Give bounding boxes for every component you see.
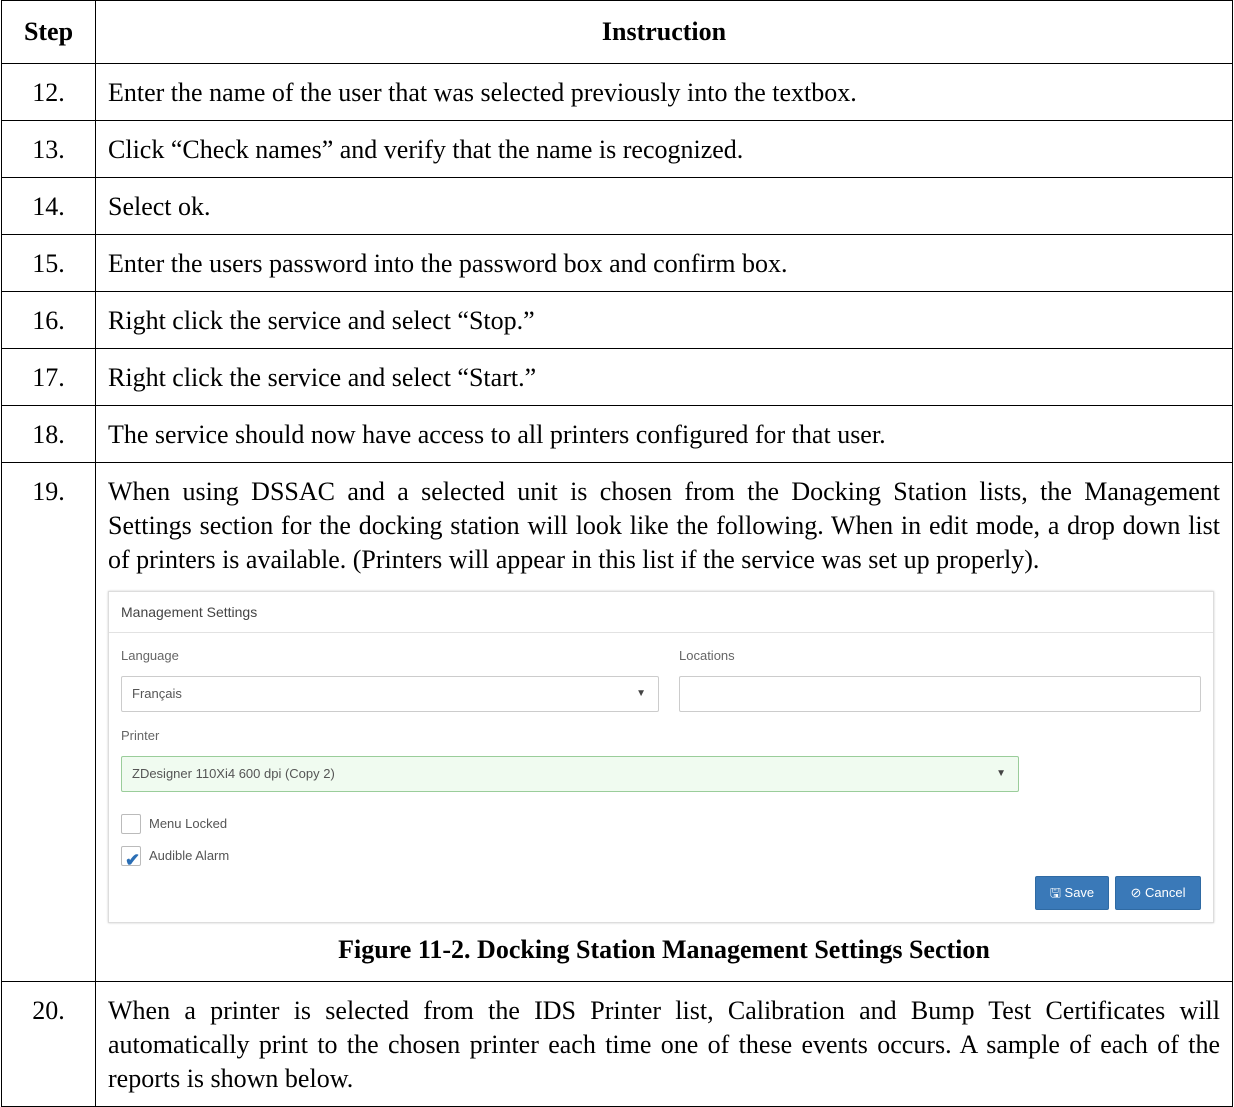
cancel-button-label: Cancel: [1145, 885, 1186, 900]
step-column-header: Step: [1, 0, 96, 64]
table-row: 20. When a printer is selected from the …: [1, 981, 1233, 1107]
chevron-down-icon: ▼: [636, 688, 646, 699]
table-row: 14. Select ok.: [1, 177, 1233, 235]
step-number: 12.: [1, 63, 96, 121]
table-row: 18. The service should now have access t…: [1, 405, 1233, 463]
cancel-button[interactable]: ⊘ Cancel: [1115, 876, 1201, 910]
management-settings-screenshot: Management Settings Language Français ▼ …: [108, 591, 1214, 923]
step-instruction: When using DSSAC and a selected unit is …: [108, 477, 1220, 574]
step-number: 13.: [1, 120, 96, 178]
step-instruction-cell: When a printer is selected from the IDS …: [95, 981, 1233, 1107]
step-number: 16.: [1, 291, 96, 349]
document-page: Step Instruction 12. Enter the name of t…: [0, 0, 1234, 1107]
menu-locked-label: Menu Locked: [149, 816, 228, 831]
printer-value: ZDesigner 110Xi4 600 dpi (Copy 2): [132, 766, 335, 781]
table-row: 15. Enter the users password into the pa…: [1, 234, 1233, 292]
chevron-down-icon: ▼: [996, 768, 1006, 779]
figure-caption: Figure 11-2. Docking Station Management …: [338, 935, 990, 964]
step-number: 17.: [1, 348, 96, 406]
cancel-icon: ⊘: [1130, 885, 1142, 900]
table-row: 16. Right click the service and select “…: [1, 291, 1233, 349]
step-instruction: Right click the service and select “Stop…: [95, 291, 1233, 349]
step-instruction: Enter the name of the user that was sele…: [95, 63, 1233, 121]
printer-label: Printer: [121, 728, 160, 743]
audible-alarm-label: Audible Alarm: [149, 848, 230, 863]
audible-alarm-checkbox[interactable]: ✔: [121, 846, 141, 870]
table-row: 13. Click “Check names” and verify that …: [1, 120, 1233, 178]
step-instruction-cell: When using DSSAC and a selected unit is …: [95, 462, 1233, 982]
menu-locked-checkbox[interactable]: [121, 814, 141, 834]
table-row: 19. When using DSSAC and a selected unit…: [1, 462, 1233, 982]
save-button-label: Save: [1064, 885, 1095, 900]
step-number: 14.: [1, 177, 96, 235]
instruction-table: Step Instruction 12. Enter the name of t…: [1, 0, 1233, 1107]
step-instruction: Right click the service and select “Star…: [95, 348, 1233, 406]
step-number: 15.: [1, 234, 96, 292]
step-instruction: When a printer is selected from the IDS …: [108, 996, 1220, 1093]
locations-input[interactable]: [679, 676, 1201, 712]
panel-title: Management Settings: [109, 592, 1213, 633]
table-row: 17. Right click the service and select “…: [1, 348, 1233, 406]
step-instruction: The service should now have access to al…: [95, 405, 1233, 463]
save-button[interactable]: 🖫 Save: [1035, 876, 1109, 910]
language-value: Français: [132, 686, 182, 701]
save-icon: 🖫: [1049, 885, 1061, 900]
printer-select[interactable]: ZDesigner 110Xi4 600 dpi (Copy 2) ▼: [121, 756, 1019, 792]
language-select[interactable]: Français ▼: [121, 676, 659, 712]
table-row: 12. Enter the name of the user that was …: [1, 63, 1233, 121]
locations-label: Locations: [679, 648, 735, 663]
table-header-row: Step Instruction: [1, 0, 1233, 64]
step-number: 18.: [1, 405, 96, 463]
step-instruction: Click “Check names” and verify that the …: [95, 120, 1233, 178]
language-label: Language: [121, 648, 179, 663]
step-instruction: Select ok.: [95, 177, 1233, 235]
step-number: 19.: [1, 462, 96, 982]
checkmark-icon: ✔: [125, 850, 141, 870]
instruction-column-header: Instruction: [95, 0, 1233, 64]
step-number: 20.: [1, 981, 96, 1107]
step-instruction: Enter the users password into the passwo…: [95, 234, 1233, 292]
